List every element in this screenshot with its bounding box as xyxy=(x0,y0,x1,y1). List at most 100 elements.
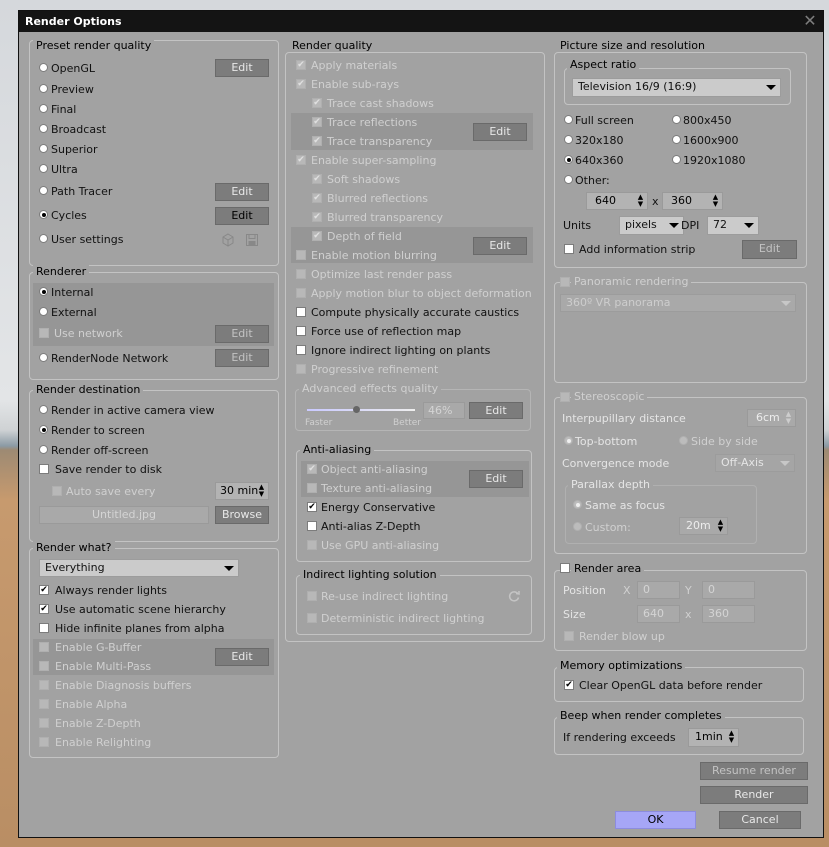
convergence-select[interactable]: Off-Axis xyxy=(715,454,795,472)
strip-edit-button[interactable]: Edit xyxy=(742,240,797,259)
preset-user-radio[interactable] xyxy=(39,234,48,243)
preset-preview-radio[interactable] xyxy=(39,84,48,93)
trace-shadows-checkbox[interactable]: ✔ xyxy=(312,98,322,108)
size-800x450-radio[interactable] xyxy=(672,115,681,124)
custom-radio[interactable] xyxy=(573,522,582,531)
energy-checkbox[interactable]: ✔ xyxy=(307,502,317,512)
advanced-value-field[interactable]: 46% xyxy=(423,402,465,419)
dof-edit-button[interactable]: Edit xyxy=(473,237,527,255)
pos-x-field[interactable]: 0 xyxy=(637,581,680,599)
auto-hierarchy-checkbox[interactable]: ✔ xyxy=(39,604,49,614)
size-1600x900-radio[interactable] xyxy=(672,135,681,144)
preset-ultra-radio[interactable] xyxy=(39,164,48,173)
preset-cycles-radio[interactable] xyxy=(39,210,48,219)
size-1920x1080-radio[interactable] xyxy=(672,155,681,164)
preset-pathtracer-radio[interactable] xyxy=(39,186,48,195)
size-320x180-radio[interactable] xyxy=(564,135,573,144)
hide-planes-checkbox[interactable] xyxy=(39,623,49,633)
antialias-edit-button[interactable]: Edit xyxy=(469,470,523,488)
auto-save-spinner[interactable]: ▲ ▼ xyxy=(257,484,266,498)
motion-blur-checkbox[interactable] xyxy=(296,250,306,260)
ipd-spinner[interactable]: ▲ ▼ xyxy=(784,411,793,425)
beep-time-spinner[interactable]: ▲ ▼ xyxy=(727,730,736,744)
dpi-select[interactable]: 72 xyxy=(707,216,759,235)
side-by-side-radio[interactable] xyxy=(679,436,688,445)
cube-icon[interactable] xyxy=(221,233,235,247)
preset-final-radio[interactable] xyxy=(39,104,48,113)
refresh-icon[interactable] xyxy=(507,589,521,603)
preset-opengl-edit-button[interactable]: Edit xyxy=(215,59,269,77)
ok-button[interactable]: OK xyxy=(615,811,696,829)
advanced-edit-button[interactable]: Edit xyxy=(469,402,523,419)
diagnosis-checkbox[interactable] xyxy=(39,680,49,690)
render-button[interactable]: Render xyxy=(700,786,808,804)
always-lights-checkbox[interactable]: ✔ xyxy=(39,585,49,595)
area-checkbox[interactable] xyxy=(560,563,570,573)
auto-save-checkbox[interactable] xyxy=(52,486,62,496)
auto-save-interval-field[interactable]: 30 min ▲ ▼ xyxy=(215,482,269,500)
render-what-select[interactable]: Everything xyxy=(39,559,239,577)
stereo-checkbox[interactable] xyxy=(560,392,570,402)
clear-opengl-checkbox[interactable]: ✔ xyxy=(564,680,574,690)
size-fullscreen-radio[interactable] xyxy=(564,115,573,124)
trace-reflections-checkbox[interactable]: ✔ xyxy=(312,117,322,127)
custom-spinner[interactable]: ▲ ▼ xyxy=(716,519,725,533)
dest-screen-radio[interactable] xyxy=(39,425,48,434)
object-aa-checkbox[interactable]: ✔ xyxy=(307,464,317,474)
texture-aa-checkbox[interactable] xyxy=(307,483,317,493)
trace-transparency-checkbox[interactable]: ✔ xyxy=(312,136,322,146)
cancel-button[interactable]: Cancel xyxy=(719,811,801,829)
subrays-checkbox[interactable]: ✔ xyxy=(296,79,306,89)
preset-broadcast-radio[interactable] xyxy=(39,124,48,133)
save-icon[interactable] xyxy=(245,233,259,247)
caustics-checkbox[interactable] xyxy=(296,307,306,317)
dest-camera-radio[interactable] xyxy=(39,405,48,414)
reuse-indirect-checkbox[interactable] xyxy=(307,591,317,601)
size-640x360-radio[interactable] xyxy=(564,155,573,164)
panoramic-checkbox[interactable] xyxy=(560,277,570,287)
reflection-map-checkbox[interactable] xyxy=(296,326,306,336)
top-bottom-radio[interactable] xyxy=(564,436,573,445)
renderer-internal-radio[interactable] xyxy=(39,287,48,296)
area-width-field[interactable]: 640 xyxy=(637,605,680,623)
ignore-indirect-checkbox[interactable] xyxy=(296,345,306,355)
apply-materials-checkbox[interactable]: ✔ xyxy=(296,60,306,70)
relighting-checkbox[interactable] xyxy=(39,737,49,747)
use-network-checkbox[interactable] xyxy=(39,328,49,338)
area-height-field[interactable]: 360 xyxy=(702,605,755,623)
pos-y-field[interactable]: 0 xyxy=(702,581,755,599)
aa-zdepth-checkbox[interactable] xyxy=(307,521,317,531)
trace-edit-button[interactable]: Edit xyxy=(473,123,527,141)
panoramic-select[interactable]: 360º VR panorama xyxy=(560,294,796,312)
advanced-slider-track[interactable] xyxy=(307,409,415,411)
rendernode-edit-button[interactable]: Edit xyxy=(215,349,269,367)
preset-cycles-edit-button[interactable]: Edit xyxy=(215,207,269,225)
aspect-ratio-select[interactable]: Television 16/9 (16:9) xyxy=(572,78,781,97)
renderer-rendernode-radio[interactable] xyxy=(39,353,48,362)
other-width-field[interactable]: 640 ▲ ▼ xyxy=(586,192,648,210)
use-network-edit-button[interactable]: Edit xyxy=(215,325,269,343)
resume-render-button[interactable]: Resume render xyxy=(700,762,808,780)
save-disk-checkbox[interactable] xyxy=(39,464,49,474)
gpu-aa-checkbox[interactable] xyxy=(307,540,317,550)
blurred-reflections-checkbox[interactable]: ✔ xyxy=(312,193,322,203)
ipd-field[interactable]: 6cm ▲ ▼ xyxy=(747,409,796,427)
custom-field[interactable]: 20m ▲ ▼ xyxy=(679,517,728,535)
gbuffer-checkbox[interactable] xyxy=(39,642,49,652)
dest-offscreen-radio[interactable] xyxy=(39,445,48,454)
filename-field[interactable]: Untitled.jpg xyxy=(39,506,209,524)
add-strip-checkbox[interactable] xyxy=(564,244,574,254)
apply-motion-blur-checkbox[interactable] xyxy=(296,288,306,298)
blurred-transparency-checkbox[interactable]: ✔ xyxy=(312,212,322,222)
other-width-spinner[interactable]: ▲ ▼ xyxy=(636,194,645,208)
other-height-field[interactable]: 360 ▲ ▼ xyxy=(662,192,723,210)
size-other-radio[interactable] xyxy=(564,175,573,184)
same-focus-radio[interactable] xyxy=(573,500,582,509)
dof-checkbox[interactable]: ✔ xyxy=(312,231,322,241)
soft-shadows-checkbox[interactable]: ✔ xyxy=(312,174,322,184)
alpha-checkbox[interactable] xyxy=(39,699,49,709)
preset-superior-radio[interactable] xyxy=(39,144,48,153)
deterministic-checkbox[interactable] xyxy=(307,613,317,623)
optimize-last-checkbox[interactable] xyxy=(296,269,306,279)
units-select[interactable]: pixels xyxy=(619,216,684,235)
